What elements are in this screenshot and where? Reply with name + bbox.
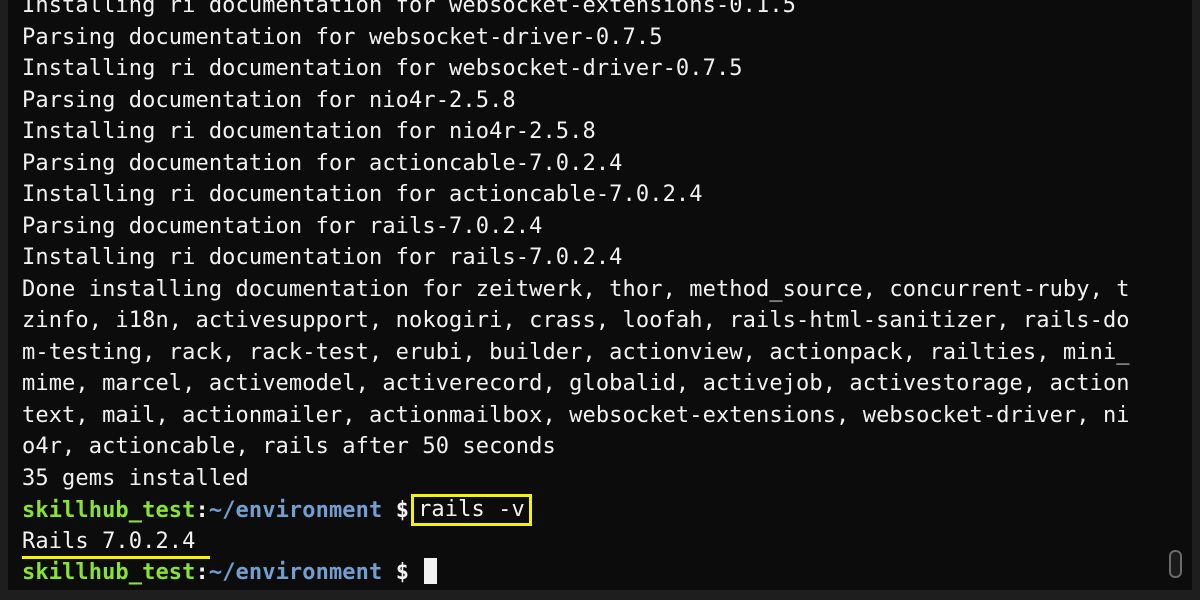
terminal-screen[interactable]: Installing ri documentation for websocke… bbox=[8, 0, 1192, 590]
prompt-symbol: $ bbox=[395, 560, 410, 585]
terminal-bottom-border bbox=[0, 590, 1200, 600]
output-line: Installing ri documentation for actionca… bbox=[22, 182, 703, 207]
terminal-left-border bbox=[0, 0, 8, 600]
output-line: Installing ri documentation for nio4r-2.… bbox=[22, 119, 596, 144]
prompt-line-active[interactable]: skillhub_test:~/environment $ bbox=[22, 557, 1182, 589]
terminal-output: Installing ri documentation for websocke… bbox=[22, 0, 1182, 589]
prompt-separator: : bbox=[195, 560, 209, 585]
prompt-user: skillhub_test bbox=[22, 498, 196, 523]
prompt-symbol: $ bbox=[395, 498, 410, 523]
scrollbar-thumb[interactable] bbox=[1169, 550, 1182, 578]
output-line: o4r, actioncable, rails after 50 seconds bbox=[22, 434, 556, 459]
output-line: text, mail, actionmailer, actionmailbox,… bbox=[22, 402, 1130, 428]
version-output: Rails 7.0.2.4 bbox=[22, 527, 210, 559]
output-line: Parsing documentation for rails-7.0.2.4 bbox=[22, 213, 543, 239]
output-line: Installing ri documentation for websocke… bbox=[22, 0, 797, 18]
terminal-window[interactable]: Installing ri documentation for websocke… bbox=[0, 0, 1200, 600]
prompt-user: skillhub_test bbox=[22, 560, 196, 585]
output-line: Parsing documentation for actioncable-7.… bbox=[22, 150, 623, 176]
terminal-right-border bbox=[1192, 0, 1200, 600]
output-line: Done installing documentation for zeitwe… bbox=[22, 276, 1130, 302]
text-cursor[interactable] bbox=[424, 558, 438, 584]
prompt-line-command: skillhub_test:~/environment $ rails -v bbox=[22, 494, 1182, 526]
output-line: 35 gems installed bbox=[22, 465, 249, 491]
version-output-line: Rails 7.0.2.4 bbox=[22, 526, 1182, 559]
prompt-path: ~/environment bbox=[208, 560, 383, 585]
output-line: Parsing documentation for websocket-driv… bbox=[22, 24, 663, 50]
prompt-separator: : bbox=[195, 498, 209, 523]
prompt-path: ~/environment bbox=[208, 498, 383, 523]
output-line: zinfo, i18n, activesupport, nokogiri, cr… bbox=[22, 308, 1130, 333]
output-line: Parsing documentation for nio4r-2.5.8 bbox=[22, 87, 516, 113]
output-line: mime, marcel, activemodel, activerecord,… bbox=[22, 371, 1130, 396]
output-line: Installing ri documentation for rails-7.… bbox=[22, 245, 623, 270]
output-line: Installing ri documentation for websocke… bbox=[22, 56, 743, 81]
highlighted-command: rails -v bbox=[411, 494, 532, 526]
output-line: m-testing, rack, rack-test, erubi, build… bbox=[22, 339, 1130, 365]
